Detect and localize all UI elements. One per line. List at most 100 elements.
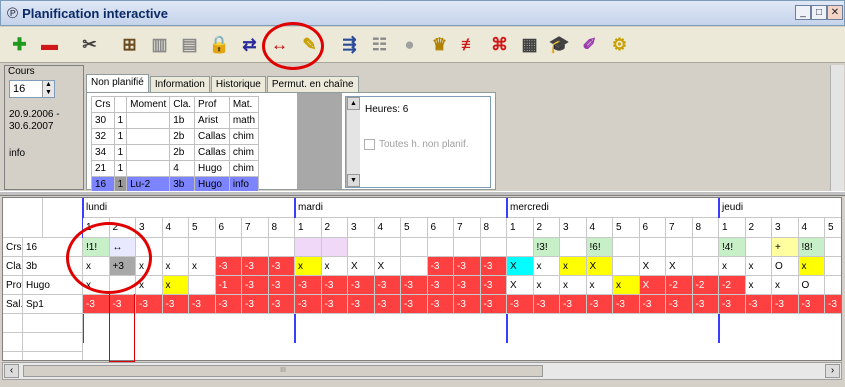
timetable-cell[interactable]: -3	[401, 295, 428, 314]
timetable-cell[interactable]: X	[639, 276, 666, 295]
timetable-cell[interactable]: -3	[401, 276, 428, 295]
timetable-cell[interactable]	[692, 257, 719, 276]
table-cell[interactable]: chim	[228, 160, 260, 177]
tab-information[interactable]: Information	[149, 76, 210, 93]
timetable-cell[interactable]: -3	[586, 295, 613, 314]
table-cell[interactable]: Arist	[194, 112, 230, 129]
timetable-cell[interactable]: -3	[560, 295, 587, 314]
list-scrollbar[interactable]: ▲ ▼	[346, 97, 360, 187]
swap-rooms-icon[interactable]: ⇄	[236, 31, 263, 59]
timetable-cell[interactable]: -3	[480, 257, 507, 276]
timetable-cell[interactable]: -3	[798, 295, 825, 314]
period-header[interactable]: 3	[560, 218, 587, 238]
tab-permut-chaine[interactable]: Permut. en chaîne	[266, 76, 359, 93]
timetable-cell[interactable]: -3	[348, 276, 375, 295]
table-cell[interactable]: 32	[91, 128, 115, 145]
timetable-cell[interactable]	[242, 238, 269, 257]
table-cell[interactable]	[126, 128, 171, 145]
circle-icon[interactable]: ●	[396, 31, 423, 59]
scroll-down-icon[interactable]: ▼	[347, 174, 360, 187]
period-header[interactable]: 3	[348, 218, 375, 238]
period-header[interactable]: 2	[533, 218, 560, 238]
timetable-cell[interactable]: -3	[825, 295, 841, 314]
period-header[interactable]: 6	[427, 218, 454, 238]
spinner-arrows-icon[interactable]: ▲ ▼	[42, 81, 54, 97]
table-cell[interactable]	[126, 144, 171, 161]
timetable-cell[interactable]: O	[798, 276, 825, 295]
scroll-thumb[interactable]: III	[23, 365, 543, 377]
timetable-cell[interactable]	[639, 238, 666, 257]
timetable-cell[interactable]: X	[639, 257, 666, 276]
timetable-cell[interactable]: !3!	[533, 238, 560, 257]
timetable-cell[interactable]: X	[507, 257, 534, 276]
timetable-cell[interactable]: -3	[374, 276, 401, 295]
scroll-right-icon[interactable]: ›	[825, 364, 840, 378]
calculator-icon[interactable]: ▦	[516, 31, 543, 59]
timetable-cell[interactable]: -3	[374, 295, 401, 314]
timetable-cell[interactable]: -3	[295, 295, 322, 314]
clear-icon[interactable]: ≢	[456, 31, 483, 59]
timetable-cell[interactable]: -3	[242, 295, 269, 314]
timetable-cell[interactable]	[189, 276, 216, 295]
table-row[interactable]: 21 1 4 Hugo chim	[91, 160, 260, 177]
timetable-cell[interactable]: -3	[613, 295, 640, 314]
timetable-cell[interactable]: -3	[268, 295, 295, 314]
timetable-cell[interactable]	[215, 238, 242, 257]
timetable-cell[interactable]: x	[533, 257, 560, 276]
table-cell[interactable]	[126, 112, 171, 129]
timetable-cell[interactable]: X	[348, 257, 375, 276]
split-lesson-icon[interactable]: ▥	[146, 31, 173, 59]
timetable-cell[interactable]	[613, 257, 640, 276]
table-cell[interactable]: 1b	[169, 112, 196, 129]
timetable-cell[interactable]: -3	[136, 295, 163, 314]
period-header[interactable]: 4	[162, 218, 189, 238]
period-header[interactable]: 5	[613, 218, 640, 238]
horizontal-scrollbar[interactable]: ‹ III ›	[2, 362, 842, 380]
timetable-cell[interactable]	[162, 238, 189, 257]
add-icon[interactable]: ✚	[6, 31, 33, 59]
period-header[interactable]: 6	[215, 218, 242, 238]
all-hours-checkbox[interactable]: Toutes h. non planif.	[364, 139, 469, 150]
period-header[interactable]: 7	[666, 218, 693, 238]
period-header[interactable]: 5	[401, 218, 428, 238]
timetable-cell[interactable]: -2	[666, 276, 693, 295]
table-cell[interactable]: 1	[113, 112, 128, 129]
column-header[interactable]: Crs	[91, 96, 115, 113]
timetable-cell[interactable]	[427, 238, 454, 257]
table-cell[interactable]: 2b	[169, 128, 196, 145]
period-header[interactable]: 3	[772, 218, 799, 238]
pencil-cup-icon[interactable]: ✐	[576, 31, 603, 59]
timetable-cell[interactable]: -3	[268, 276, 295, 295]
timetable-cell[interactable]: x	[798, 257, 825, 276]
top-scrollbar[interactable]	[830, 65, 844, 191]
timetable-cell[interactable]: x	[745, 257, 772, 276]
timetable-cell[interactable]	[348, 238, 375, 257]
timetable-cell[interactable]: -3	[321, 276, 348, 295]
timetable-cell[interactable]	[295, 238, 322, 257]
timetable-cell[interactable]: x	[772, 276, 799, 295]
delete-lesson-icon[interactable]: ⊞	[116, 31, 143, 59]
timetable-cell[interactable]: x	[560, 276, 587, 295]
timetable-cell[interactable]	[613, 238, 640, 257]
timetable-cell[interactable]: -3	[162, 295, 189, 314]
timetable-cell[interactable]: x	[295, 257, 322, 276]
table-icon[interactable]: ☷	[366, 31, 393, 59]
table-cell[interactable]: math	[228, 112, 260, 129]
timetable-cell[interactable]: -3	[772, 295, 799, 314]
remove-icon[interactable]: ▬	[36, 31, 63, 59]
timetable-cell[interactable]: -3	[745, 295, 772, 314]
timetable-cell[interactable]: -3	[427, 276, 454, 295]
period-header[interactable]: 1	[507, 218, 534, 238]
timetable-cell[interactable]: x	[613, 276, 640, 295]
timetable-cell[interactable]: -3	[692, 295, 719, 314]
period-header[interactable]: 1	[719, 218, 746, 238]
table-cell[interactable]: Callas	[194, 128, 230, 145]
timetable-cell[interactable]: X	[374, 257, 401, 276]
timetable-cell[interactable]: x	[321, 257, 348, 276]
delete-all-icon[interactable]: ⌘	[486, 31, 513, 59]
column-header[interactable]: Cla.	[169, 96, 196, 113]
align-icon[interactable]: ⇶	[336, 31, 363, 59]
scroll-up-icon[interactable]: ▲	[347, 97, 360, 110]
timetable-cell[interactable]: -3	[480, 295, 507, 314]
timetable-cell[interactable]: -3	[427, 257, 454, 276]
